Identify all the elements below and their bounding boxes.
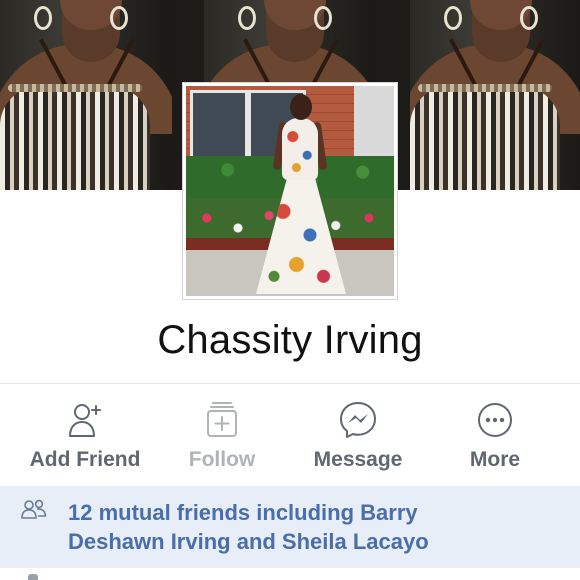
profile-action-bar: Add Friend Follow Message More <box>0 396 580 476</box>
more-label: More <box>469 448 521 471</box>
follow-icon <box>207 402 237 437</box>
mutual-friends-line-2: Deshawn Irving and Sheila Lacayo <box>68 529 429 554</box>
add-friend-button[interactable]: Add Friend <box>15 396 155 476</box>
message-label: Message <box>313 448 403 471</box>
profile-photo <box>186 86 394 296</box>
follow-label: Follow <box>188 448 256 471</box>
cover-photo-panel <box>0 0 172 190</box>
friends-icon <box>21 499 47 519</box>
divider <box>0 383 580 384</box>
messenger-icon <box>340 402 376 438</box>
partial-icon <box>28 574 38 580</box>
more-button[interactable]: More <box>425 396 565 476</box>
profile-picture[interactable] <box>183 83 397 299</box>
mutual-friends-banner[interactable]: 12 mutual friends including Barry Deshaw… <box>0 486 580 568</box>
next-section-edge <box>0 568 580 580</box>
follow-button[interactable]: Follow <box>152 396 292 476</box>
add-friend-label: Add Friend <box>29 448 141 471</box>
add-friend-icon <box>69 404 101 437</box>
profile-name: Chassity Irving <box>157 318 423 362</box>
mutual-friends-text: 12 mutual friends including Barry Deshaw… <box>68 498 548 556</box>
message-button[interactable]: Message <box>288 396 428 476</box>
more-icon <box>478 403 512 437</box>
mutual-friends-line-1: 12 mutual friends including Barry <box>68 500 418 525</box>
cover-photo-panel <box>410 0 580 190</box>
